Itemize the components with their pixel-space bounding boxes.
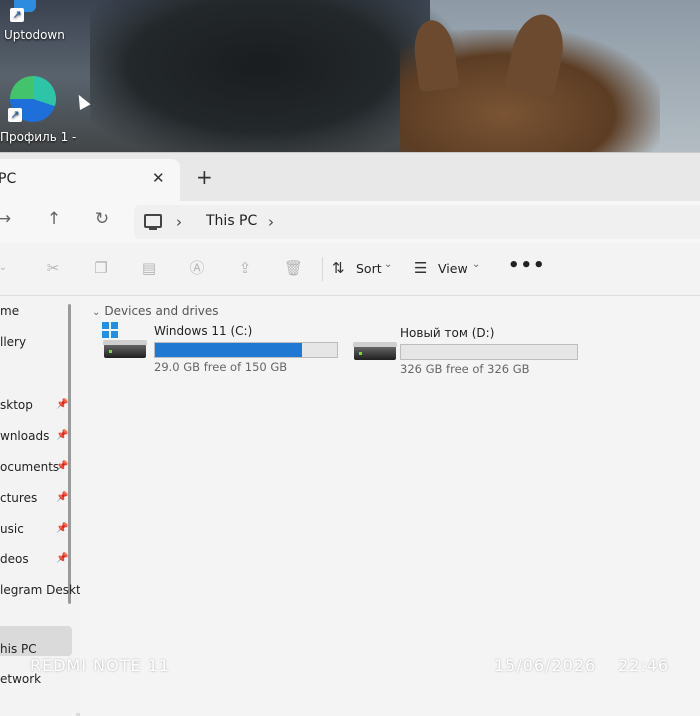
tab-title: PC bbox=[0, 171, 17, 187]
pin-icon: 📌 bbox=[56, 399, 69, 410]
drive-usage-bar bbox=[154, 342, 338, 358]
content-pane: ⌄ Devices and drives Windows 11 (C:) 29.0… bbox=[80, 296, 700, 716]
drive-usage-bar bbox=[400, 344, 578, 360]
view-label: View bbox=[438, 261, 468, 276]
drive-c[interactable]: Windows 11 (C:) 29.0 GB free of 150 GB bbox=[100, 322, 340, 374]
computer-icon bbox=[144, 214, 162, 230]
pin-icon: 📌 bbox=[56, 553, 69, 564]
command-separator bbox=[322, 257, 323, 281]
sidebar-item-documents[interactable]: ocuments bbox=[0, 460, 59, 474]
sidebar-item-desktop[interactable]: sktop bbox=[0, 398, 33, 412]
chevron-right-icon[interactable]: › bbox=[176, 213, 182, 231]
pin-icon: 📌 bbox=[56, 492, 69, 503]
copy-icon[interactable]: ❐ bbox=[92, 259, 110, 277]
sidebar-item-home[interactable]: me bbox=[0, 304, 19, 318]
breadcrumb-this-pc[interactable]: This PC bbox=[206, 213, 257, 229]
desktop-icon-edge-profile[interactable]: ↗ Профиль 1 - bbox=[0, 74, 90, 146]
camera-watermark-date: 15/06/2026 bbox=[494, 656, 597, 675]
camera-watermark-device: REDMI NOTE 11 bbox=[30, 656, 171, 675]
sidebar-item-music[interactable]: usic bbox=[0, 522, 24, 536]
close-tab-icon[interactable]: ✕ bbox=[152, 169, 165, 187]
windows-logo-icon bbox=[102, 322, 118, 338]
drive-name: Новый том (D:) bbox=[400, 326, 495, 340]
desktop-icon-uptodown[interactable]: ↗ Uptodown bbox=[4, 0, 84, 44]
sidebar-item-telegram[interactable]: legram Deskto bbox=[0, 583, 88, 597]
chevron-down-icon: ⌄ bbox=[384, 259, 393, 270]
up-button[interactable]: ↑ bbox=[42, 209, 66, 229]
shortcut-arrow-icon: ↗ bbox=[8, 108, 22, 122]
group-title: Devices and drives bbox=[104, 304, 219, 318]
drive-usage-fill bbox=[155, 343, 302, 357]
pin-icon: 📌 bbox=[56, 461, 69, 472]
rename-icon[interactable]: Ⓐ bbox=[188, 259, 206, 277]
new-tab-button[interactable]: + bbox=[196, 167, 213, 187]
chevron-down-icon: ⌄ bbox=[92, 307, 101, 318]
see-more-button[interactable]: ••• bbox=[508, 255, 546, 276]
drive-free-space: 29.0 GB free of 150 GB bbox=[154, 360, 288, 374]
forward-button[interactable]: → bbox=[0, 209, 16, 229]
paste-icon[interactable]: ▤ bbox=[140, 259, 158, 277]
desktop-wallpaper bbox=[0, 0, 700, 170]
cut-icon[interactable]: ✂ bbox=[44, 259, 62, 277]
address-bar-row: → ↑ ↻ › This PC › bbox=[0, 201, 700, 243]
refresh-button[interactable]: ↻ bbox=[90, 209, 114, 229]
address-bar[interactable]: › This PC › bbox=[134, 205, 700, 239]
share-icon[interactable]: ⇪ bbox=[236, 259, 254, 277]
tab-bar: PC ✕ + bbox=[0, 153, 700, 201]
sort-icon: ⇅ bbox=[332, 259, 345, 277]
file-explorer-window: PC ✕ + → ↑ ↻ › This PC › ⌄ ✂ ❐ ▤ Ⓐ ⇪ 🗑 ⇅… bbox=[0, 152, 700, 716]
delete-icon[interactable]: 🗑 bbox=[284, 259, 303, 277]
sidebar-item-videos[interactable]: deos bbox=[0, 552, 29, 566]
desktop-icon-label: Профиль 1 - bbox=[0, 130, 77, 144]
chevron-down-icon: ⌄ bbox=[472, 259, 481, 270]
new-dropdown-chevron-icon[interactable]: ⌄ bbox=[0, 259, 12, 277]
drive-name: Windows 11 (C:) bbox=[154, 324, 253, 338]
shortcut-arrow-icon: ↗ bbox=[10, 8, 24, 22]
chevron-right-icon[interactable]: › bbox=[268, 213, 274, 231]
sidebar-item-downloads[interactable]: wnloads bbox=[0, 429, 49, 443]
navigation-pane: me llery sktop 📌 wnloads 📌 ocuments 📌 ct… bbox=[0, 296, 88, 716]
sort-button[interactable]: ⇅ Sort ⌄ bbox=[330, 243, 396, 295]
view-icon: ☰ bbox=[414, 259, 428, 277]
view-button[interactable]: ☰ View ⌄ bbox=[414, 243, 482, 295]
group-header-devices[interactable]: ⌄ Devices and drives bbox=[92, 304, 219, 318]
tab-this-pc[interactable]: PC ✕ bbox=[0, 159, 180, 201]
drive-free-space: 326 GB free of 326 GB bbox=[400, 362, 530, 376]
sidebar-item-gallery[interactable]: llery bbox=[0, 335, 26, 349]
camera-watermark-time: 22:46 bbox=[618, 656, 670, 675]
hard-drive-icon bbox=[353, 342, 397, 360]
pin-icon: 📌 bbox=[56, 523, 69, 534]
hard-drive-icon bbox=[103, 340, 147, 358]
pin-icon: 📌 bbox=[56, 430, 69, 441]
sidebar-item-this-pc[interactable]: his PC bbox=[0, 642, 37, 656]
sidebar-item-pictures[interactable]: ctures bbox=[0, 491, 37, 505]
desktop-icon-label: Uptodown bbox=[4, 28, 65, 42]
drive-d[interactable]: Новый том (D:) 326 GB free of 326 GB bbox=[350, 322, 590, 376]
command-bar: ⌄ ✂ ❐ ▤ Ⓐ ⇪ 🗑 ⇅ Sort ⌄ ☰ View ⌄ ••• bbox=[0, 243, 700, 296]
sort-label: Sort bbox=[356, 261, 382, 276]
